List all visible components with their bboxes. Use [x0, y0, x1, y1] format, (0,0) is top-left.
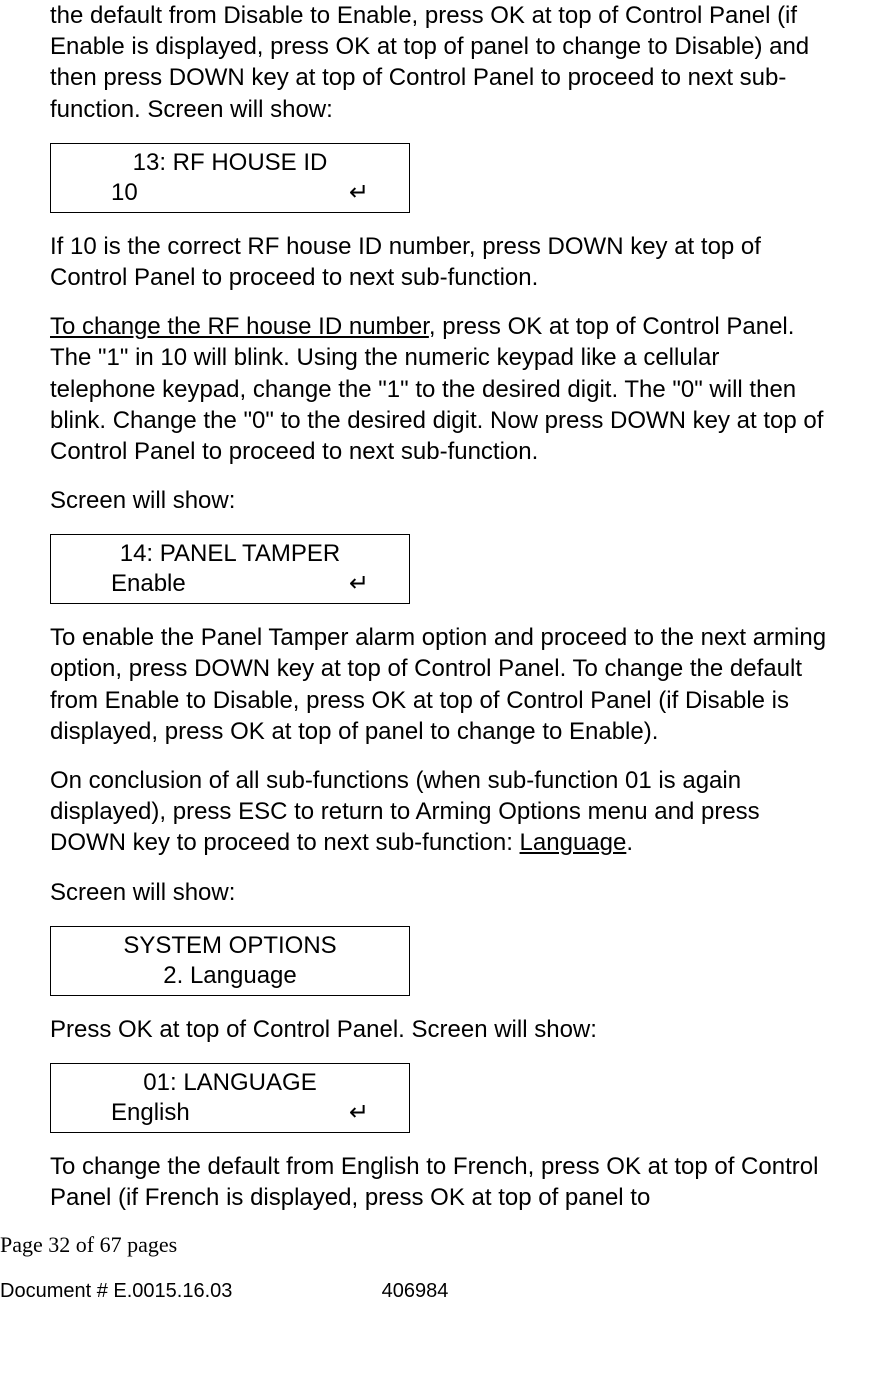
paragraph-change-language: To change the default from English to Fr… — [50, 1151, 827, 1213]
paragraph-screen-show-2: Screen will show: — [50, 877, 827, 908]
lcd-line2: 10 ↵ — [51, 178, 409, 208]
paragraph-text-a: On conclusion of all sub-functions (when… — [50, 767, 760, 856]
lcd-display-language: 01: LANGUAGE English ↵ — [50, 1063, 410, 1133]
footer-spacer — [553, 1278, 830, 1304]
lcd-line1: 13: RF HOUSE ID — [51, 148, 409, 178]
return-icon: ↵ — [349, 178, 369, 208]
underlined-language: Language — [520, 829, 627, 856]
footer-doc-code: 406984 — [277, 1278, 554, 1304]
paragraph-rf-correct: If 10 is the correct RF house ID number,… — [50, 231, 827, 293]
lcd-line2: 2. Language — [51, 961, 409, 991]
footer-page-number: Page 32 of 67 pages — [0, 1231, 827, 1260]
lcd-value: English — [111, 1098, 190, 1128]
lcd-line1: SYSTEM OPTIONS — [51, 931, 409, 961]
paragraph-panel-tamper: To enable the Panel Tamper alarm option … — [50, 622, 827, 747]
underlined-phrase: To change the RF house ID number — [50, 313, 429, 340]
lcd-display-system-options: SYSTEM OPTIONS 2. Language — [50, 926, 410, 996]
return-icon: ↵ — [349, 569, 369, 599]
footer-document-info: Document # E.0015.16.03 406984 — [0, 1278, 830, 1304]
paragraph-conclusion: On conclusion of all sub-functions (when… — [50, 765, 827, 859]
lcd-value: Enable — [111, 569, 186, 599]
paragraph-press-ok: Press OK at top of Control Panel. Screen… — [50, 1014, 827, 1045]
lcd-display-panel-tamper: 14: PANEL TAMPER Enable ↵ — [50, 534, 410, 604]
paragraph-intro: the default from Disable to Enable, pres… — [50, 0, 827, 125]
lcd-display-rf-house-id: 13: RF HOUSE ID 10 ↵ — [50, 143, 410, 213]
lcd-line2: English ↵ — [51, 1098, 409, 1128]
return-icon: ↵ — [349, 1098, 369, 1128]
lcd-line1: 01: LANGUAGE — [51, 1068, 409, 1098]
paragraph-text-b: . — [626, 829, 633, 856]
paragraph-change-rf: To change the RF house ID number, press … — [50, 311, 827, 467]
footer-doc-number: Document # E.0015.16.03 — [0, 1278, 277, 1304]
lcd-value: 10 — [111, 178, 138, 208]
lcd-line1: 14: PANEL TAMPER — [51, 539, 409, 569]
paragraph-screen-show-1: Screen will show: — [50, 485, 827, 516]
lcd-line2: Enable ↵ — [51, 569, 409, 599]
